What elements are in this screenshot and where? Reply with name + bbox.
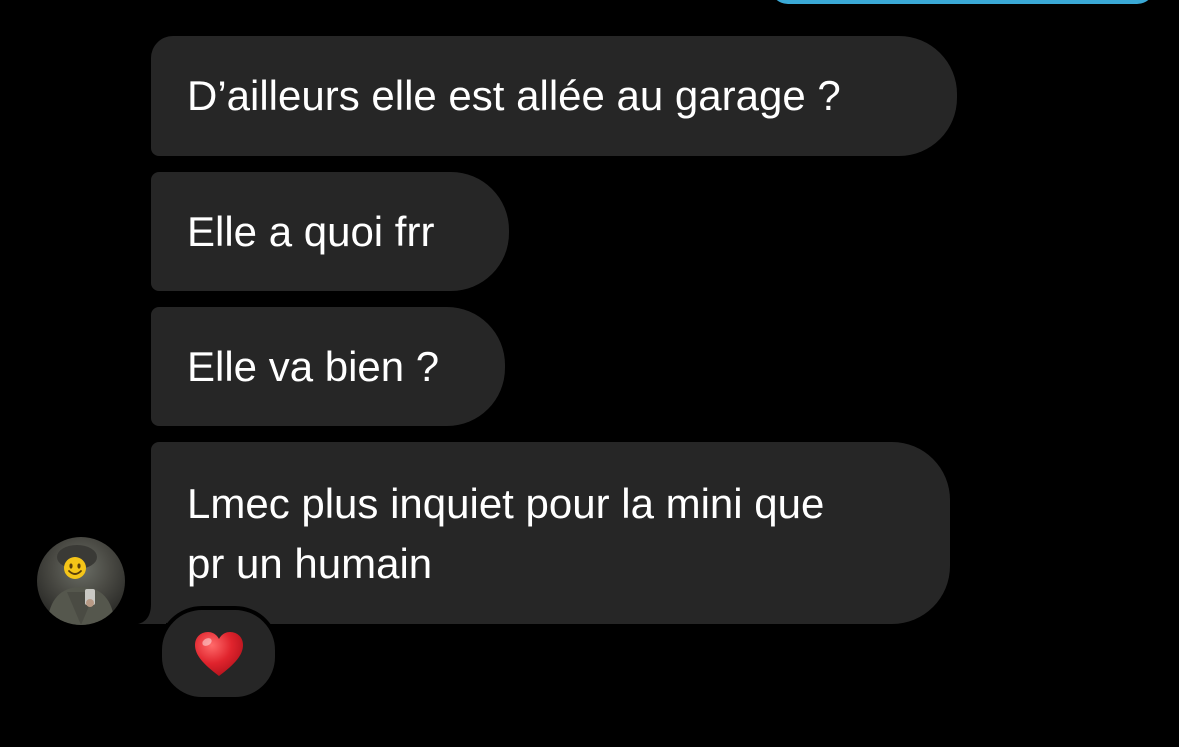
red-heart-icon	[194, 631, 243, 676]
message-bubble[interactable]: Lmec plus inquiet pour la mini que pr un…	[151, 442, 950, 624]
outgoing-message-bubble-edge[interactable]	[770, 0, 1155, 4]
message-text: D’ailleurs elle est allée au garage ?	[187, 72, 841, 119]
avatar[interactable]	[37, 537, 125, 625]
message-bubble[interactable]: D’ailleurs elle est allée au garage ?	[151, 36, 957, 156]
message-text: Elle va bien ?	[187, 343, 440, 390]
smiley-face-icon	[47, 545, 115, 625]
message-text-line: pr un humain	[187, 540, 433, 587]
chat-screen: D’ailleurs elle est allée au garage ? El…	[0, 0, 1179, 747]
message-bubble[interactable]: Elle va bien ?	[151, 307, 505, 426]
message-text: Elle a quoi frr	[187, 208, 435, 255]
reaction-badge[interactable]	[158, 606, 279, 701]
message-bubble[interactable]: Elle a quoi frr	[151, 172, 509, 291]
message-text-line: Lmec plus inquiet pour la mini que	[187, 480, 825, 527]
bubble-tail	[138, 596, 166, 624]
